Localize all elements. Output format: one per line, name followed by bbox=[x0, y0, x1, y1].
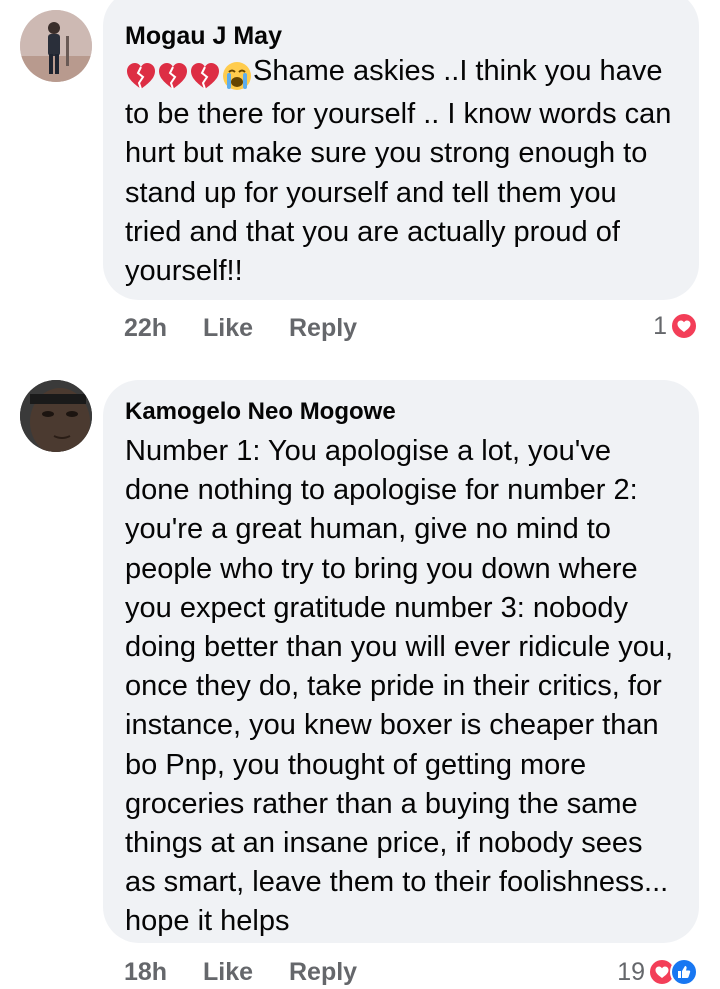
comment-bubble: Kamogelo Neo Mogowe Number 1: You apolog… bbox=[103, 380, 699, 943]
comment-bubble: Mogau J May Shame askies ..I think you h… bbox=[103, 0, 699, 300]
broken-heart-icon bbox=[159, 63, 187, 90]
avatar[interactable] bbox=[20, 10, 92, 82]
comment-text: Number 1: You apologise a lot, you've do… bbox=[125, 435, 674, 938]
reaction-summary[interactable]: 19 bbox=[617, 957, 698, 987]
like-reaction-icon bbox=[670, 958, 698, 986]
profile-photo bbox=[20, 10, 92, 82]
reaction-count: 19 bbox=[617, 957, 645, 986]
comment-text: Shame askies ..I think you have to be th… bbox=[125, 52, 677, 291]
reaction-count: 1 bbox=[653, 311, 667, 340]
reply-button[interactable]: Reply bbox=[289, 314, 357, 343]
love-reaction-icon bbox=[670, 312, 698, 340]
like-button[interactable]: Like bbox=[203, 958, 253, 987]
comment-timestamp[interactable]: 18h bbox=[124, 958, 167, 987]
broken-heart-icon bbox=[191, 63, 219, 90]
broken-heart-icon bbox=[127, 63, 155, 90]
avatar[interactable] bbox=[20, 380, 92, 452]
profile-photo bbox=[20, 380, 92, 452]
emoji-group bbox=[125, 56, 253, 95]
reaction-summary[interactable]: 1 bbox=[653, 311, 698, 341]
loudly-crying-face-icon bbox=[223, 62, 251, 91]
reply-button[interactable]: Reply bbox=[289, 958, 357, 987]
comment-timestamp[interactable]: 22h bbox=[124, 314, 167, 343]
like-button[interactable]: Like bbox=[203, 314, 253, 343]
comment-author[interactable]: Mogau J May bbox=[125, 20, 677, 52]
comment-author[interactable]: Kamogelo Neo Mogowe bbox=[125, 394, 677, 430]
